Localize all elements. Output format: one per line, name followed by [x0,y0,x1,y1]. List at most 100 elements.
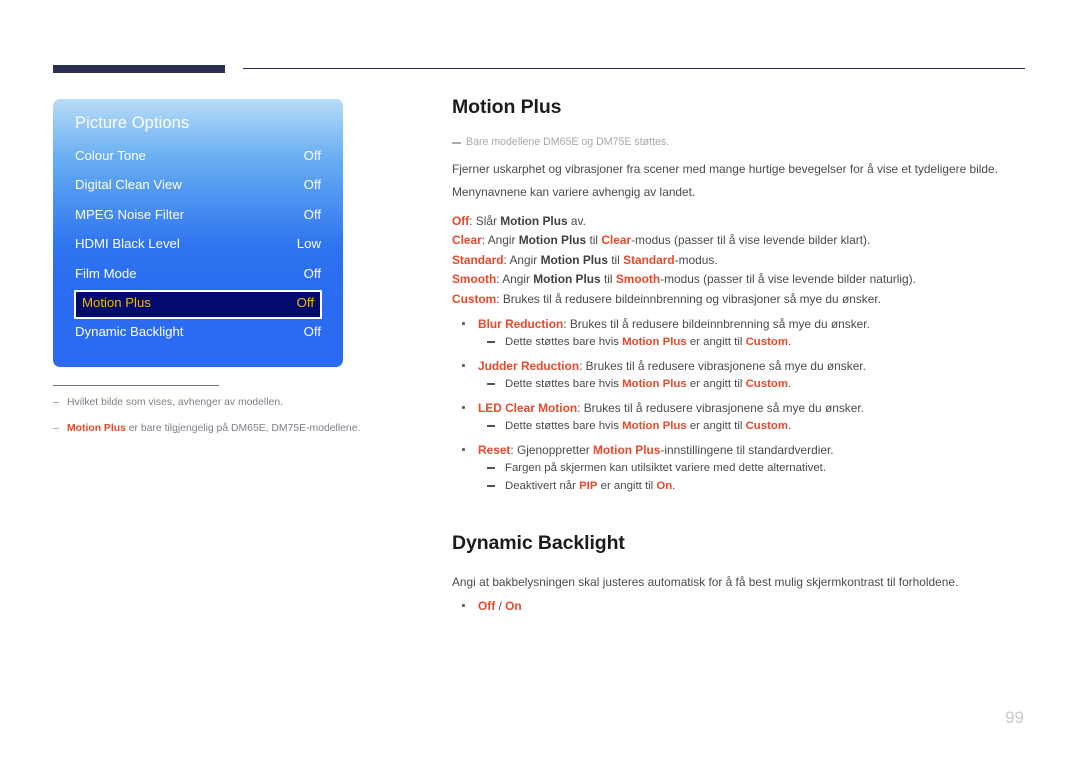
sub-item: Fargen på skjermen kan utilsiktet varier… [478,459,1032,477]
bullet-text: : Brukes til å redusere vibrasjonene så … [579,359,866,374]
bullet-label: Blur Reduction [478,317,564,332]
option-inline-bold: Motion Plus [500,214,568,228]
bullet-label: Judder Reduction [478,359,580,374]
osd-row-digital-clean-view[interactable]: Digital Clean View Off [53,172,343,201]
sub-dash-icon [487,485,495,487]
option-text-tail: -modus. [674,252,718,267]
sub-accent: Custom [745,336,788,349]
sub-item: Dette støttes bare hvis Motion Plus er a… [478,375,1032,393]
footnote-dash-icon: – [53,423,59,434]
page-header-rules [0,0,1080,80]
section1-paragraph-2: Menynavnene kan variere avhengig av land… [452,185,696,199]
osd-row-label: Colour Tone [75,148,146,163]
option-inline-bold: Motion Plus [518,233,587,248]
option-name: Standard [452,252,504,267]
sub-accent: PIP [579,480,598,493]
section1-support-note: Bare modellene DM65E og DM75E støttes. [452,135,1032,150]
option-text-tail: -modus (passer til å vise levende bilder… [660,272,916,287]
sub-list: Dette støttes bare hvis Motion Plus er a… [478,333,1032,351]
option-text-mid: til [600,272,616,287]
bullet-text: : Brukes til å redusere vibrasjonene så … [577,401,864,416]
section1-paragraph-1: Fjerner uskarphet og vibrasjoner fra sce… [452,162,998,176]
option-text-tail: -modus (passer til å vise levende bilder… [631,233,871,248]
sub-accent: Motion Plus [622,336,687,349]
page-number: 99 [1005,708,1024,727]
sub-text-tail: . [672,480,676,493]
sub-item: Dette støttes bare hvis Motion Plus er a… [478,333,1032,351]
option-name: Off [452,214,470,228]
left-footnote-2: – Motion Plus er bare tilgjengelig på DM6… [53,421,383,436]
osd-row-value: Off [296,294,314,310]
option-text: : Angir [496,272,534,287]
osd-row-label: Digital Clean View [75,177,182,193]
sub-text-tail: . [787,420,792,433]
osd-row-hdmi-black-level[interactable]: HDMI Black Level Low [53,231,343,260]
sub-item: Dette støttes bare hvis Motion Plus er a… [478,417,1032,435]
bullet-dot-icon [462,604,465,607]
sub-dash-icon [487,341,495,343]
option-custom: Custom: Brukes til å redusere bildeinnbr… [452,290,1032,309]
sub-accent: Custom [745,378,788,391]
osd-panel-title: Picture Options [75,114,190,132]
option-inline-bold: Motion Plus [533,272,601,287]
osd-row-value: Off [303,324,321,340]
sub-item: Deaktivert når PIP er angitt til On. [478,477,1032,495]
sub-text-mid: er angitt til [597,480,657,493]
footnote-text: er bare tilgjengelig på DM65E, DM75E-mod… [125,423,361,434]
sub-text: Dette støttes bare hvis [505,420,623,433]
bullet-text-tail: -innstillingene til standardverdier. [660,443,834,458]
osd-row-mpeg-noise-filter[interactable]: MPEG Noise Filter Off [53,202,343,231]
osd-row-label: HDMI Black Level [75,236,180,252]
osd-row-value: Off [303,206,321,222]
manual-content: Motion Plus Bare modellene DM65E og DM75… [452,96,1032,615]
sub-accent: Motion Plus [622,420,687,433]
option-name: Clear [452,233,482,248]
osd-row-film-mode[interactable]: Film Mode Off [53,261,343,290]
option-standard: Standard: Angir Motion Plus til Standard… [452,251,1032,270]
osd-row-label: Film Mode [75,265,137,281]
left-footnotes: – Hvilket bilde som vises, avhenger av mo… [53,385,383,447]
sub-list: Fargen på skjermen kan utilsiktet varier… [478,459,1032,495]
sub-accent: Custom [745,420,788,433]
sub-text: Dette støttes bare hvis [505,378,623,391]
sub-text-mid: er angitt til [686,336,746,349]
footnote-dash-icon: – [53,397,59,408]
footnote-separator [53,385,219,386]
option-smooth: Smooth: Angir Motion Plus til Smooth-mod… [452,270,1032,289]
option-inline-accent: Smooth [615,272,661,287]
option-on: On [505,599,522,614]
section-title-motion-plus: Motion Plus [452,96,562,118]
option-text: : Angir [503,252,541,267]
option-inline-bold: Motion Plus [540,252,608,267]
bullet-judder-reduction: Judder Reduction: Brukes til å redusere … [452,357,1032,393]
option-inline-accent: Standard [623,252,675,267]
bullet-text: : Gjenoppretter [510,443,594,458]
option-name: Smooth [452,272,497,287]
option-text: : Angir [481,233,519,248]
section2-paragraph-1: Angi at bakbelysningen skal justeres aut… [452,575,959,590]
option-name: Custom [452,291,497,306]
osd-row-label: Dynamic Backlight [75,324,184,340]
osd-row-motion-plus-selected[interactable]: Motion Plus Off [74,289,322,320]
sub-text-mid: er angitt til [686,378,746,391]
section1-bullet-list: Blur Reduction: Brukes til å redusere bi… [452,315,1032,495]
osd-row-dynamic-backlight[interactable]: Dynamic Backlight Off [53,319,343,348]
sub-accent: Motion Plus [622,378,687,391]
sub-text-tail: . [787,336,792,349]
option-off: Off [478,599,496,614]
option-separator: / [495,599,506,614]
bullet-label: Reset [478,443,511,458]
section-dynamic-backlight: Dynamic Backlight Angi at bakbelysningen… [452,532,1032,615]
option-off: Off: Slår Motion Plus av. [452,212,1032,231]
osd-row-value: Low [296,236,321,252]
osd-row-colour-tone[interactable]: Colour Tone Off [53,143,343,172]
sub-text: Dette støttes bare hvis [505,336,623,349]
section2-option-off-on: Off / On [452,597,1032,615]
sub-list: Dette støttes bare hvis Motion Plus er a… [478,375,1032,393]
bullet-dot-icon [462,448,465,451]
osd-row-label: MPEG Noise Filter [75,206,185,222]
option-text-tail: av. [567,214,586,228]
sub-text: Fargen på skjermen kan utilsiktet varier… [505,462,826,475]
section-title-dynamic-backlight: Dynamic Backlight [452,532,625,555]
osd-row-value: Off [303,265,321,281]
